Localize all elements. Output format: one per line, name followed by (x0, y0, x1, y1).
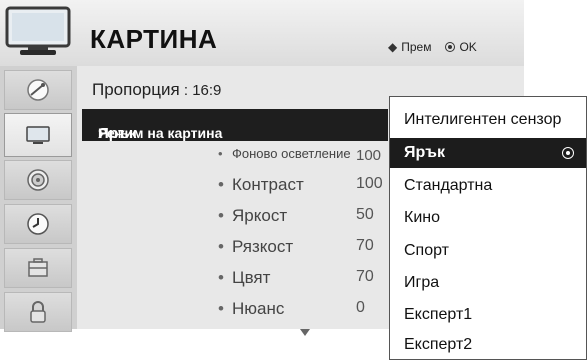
aspect-ratio-separator: : (179, 82, 193, 99)
picture-mode-row[interactable]: Режим на картина : Ярък (82, 109, 388, 142)
setting-value: 50 (356, 206, 374, 223)
satellite-dish-icon (27, 79, 49, 101)
setting-label: Нюанс (232, 299, 285, 318)
four-way-arrows-icon: ◆ (388, 40, 398, 54)
setting-value: 0 (356, 299, 365, 316)
setting-backlight[interactable]: • Фоново осветление 100 (218, 146, 381, 172)
setting-value: 100 (356, 147, 382, 164)
bullet-icon: • (218, 299, 224, 318)
option-label: Интелигентен сензор (404, 111, 562, 128)
option-cinema[interactable]: Кино (390, 203, 586, 233)
option-label: Спорт (404, 242, 449, 259)
option-label: Стандартна (404, 177, 493, 194)
aspect-ratio-value: 16:9 (192, 82, 222, 99)
sidebar-item-option[interactable] (4, 248, 72, 288)
setting-label: Яркост (232, 206, 288, 225)
setting-brightness[interactable]: • Яркост 50 (218, 206, 374, 232)
aspect-ratio-label: Пропорция (92, 80, 180, 99)
clock-icon (27, 213, 49, 235)
bullet-icon: • (218, 268, 224, 287)
sidebar-item-audio[interactable] (4, 160, 72, 200)
option-label: Експерт1 (404, 306, 473, 323)
picture-mode-value: Ярък (98, 125, 137, 142)
bullet-icon: • (218, 175, 224, 194)
bullet-icon: • (218, 237, 224, 256)
ok-hint-label: OK (459, 40, 477, 54)
setting-color[interactable]: • Цвят 70 (218, 268, 374, 294)
setting-sharpness[interactable]: • Рязкост 70 (218, 237, 374, 263)
bullet-icon: • (218, 206, 224, 225)
option-expert2[interactable]: Експерт2 (390, 330, 586, 360)
setting-label: Фоново осветление (232, 146, 351, 161)
setting-label: Контраст (232, 175, 304, 194)
speaker-icon (27, 169, 49, 191)
option-label: Кино (404, 209, 440, 226)
nav-hint: ◆ Прем OK (388, 40, 477, 54)
picture-mode-dropdown: Интелигентен сензор Ярък Стандартна Кино… (389, 96, 587, 360)
option-vivid[interactable]: Ярък (390, 138, 586, 168)
setting-value: 70 (356, 237, 374, 254)
option-label: Игра (404, 274, 440, 291)
sidebar-item-time[interactable] (4, 204, 72, 244)
option-label: Експерт2 (404, 336, 473, 353)
option-game[interactable]: Игра (390, 268, 586, 298)
setting-value: 70 (356, 268, 374, 285)
setting-label: Цвят (232, 268, 271, 287)
toolbox-icon (28, 258, 48, 277)
picture-tv-icon (26, 126, 50, 144)
aspect-ratio-row[interactable]: Пропорция : 16:9 (92, 80, 221, 100)
sidebar-item-lock[interactable] (4, 292, 72, 332)
option-standard[interactable]: Стандартна (390, 171, 586, 201)
setting-contrast[interactable]: • Контраст 100 (218, 175, 383, 201)
selected-radio-icon (562, 147, 574, 159)
option-label: Ярък (404, 144, 445, 161)
setting-tint[interactable]: • Нюанс 0 (218, 299, 365, 325)
setting-label: Рязкост (232, 237, 294, 256)
sidebar-item-setup[interactable] (4, 70, 72, 110)
option-sport[interactable]: Спорт (390, 236, 586, 266)
ok-button-icon (445, 42, 456, 52)
scroll-down-icon[interactable] (300, 329, 310, 336)
page-title: КАРТИНА (90, 24, 218, 54)
menu-header: КАРТИНА ◆ Прем OK (0, 0, 524, 66)
option-intelligent-sensor[interactable]: Интелигентен сензор (390, 105, 586, 135)
move-hint-label: Прем (401, 40, 432, 54)
bullet-icon: • (218, 146, 223, 161)
tv-icon (5, 6, 71, 55)
option-expert1[interactable]: Експерт1 (390, 300, 586, 330)
sidebar-item-picture[interactable] (4, 113, 72, 157)
setting-value: 100 (356, 175, 383, 192)
lock-icon (30, 301, 46, 323)
